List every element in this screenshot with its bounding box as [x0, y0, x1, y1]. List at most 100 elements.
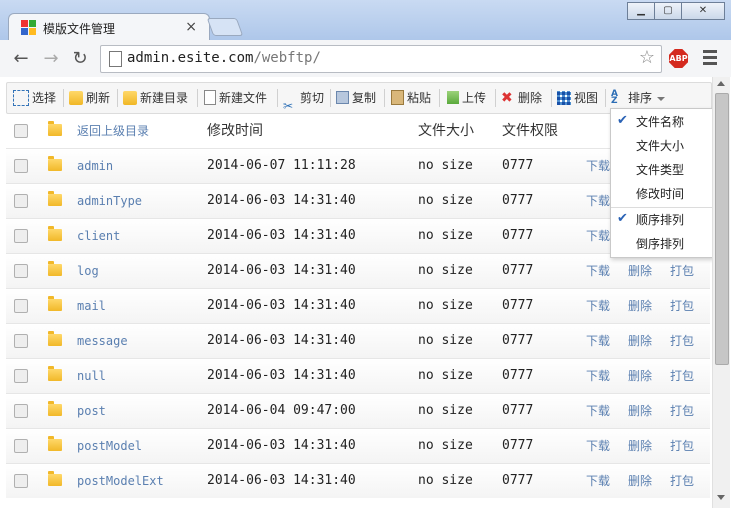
table-row[interactable]: post 2014-06-04 09:47:00 no size 0777 下载 删除 打包 [6, 393, 710, 428]
row-checkbox[interactable] [14, 194, 28, 208]
folder-name-link[interactable]: admin [77, 149, 113, 183]
delete-link[interactable]: 删除 [628, 324, 652, 358]
sort-by-size[interactable]: 文件大小 [611, 134, 713, 158]
table-row[interactable]: null 2014-06-03 14:31:40 no size 0777 下载 删除 打包 [6, 358, 710, 393]
upload-button[interactable]: 上传 [447, 83, 486, 113]
folder-name-link[interactable]: log [77, 254, 99, 288]
pack-link[interactable]: 打包 [670, 254, 694, 288]
row-checkbox[interactable] [14, 474, 28, 488]
modified-time: 2014-06-03 14:31:40 [207, 368, 356, 383]
folder-name-link[interactable]: message [77, 324, 128, 358]
folder-name-link[interactable]: mail [77, 289, 106, 323]
table-row[interactable]: client2014-06-03 14:31:40no size0777下载删除… [6, 218, 710, 253]
menu-item-label: 文件名称 [636, 115, 685, 129]
sort-by-type[interactable]: 文件类型 [611, 158, 713, 182]
copy-icon [336, 91, 349, 104]
delete-link[interactable]: 删除 [628, 394, 652, 428]
row-checkbox[interactable] [14, 404, 28, 418]
tab-close-icon[interactable]: × [185, 19, 197, 35]
new-file-icon [204, 90, 216, 105]
menu-item-label: 修改时间 [636, 187, 685, 201]
new-dir-button[interactable]: 新建目录 [123, 83, 188, 113]
scroll-up-arrow-icon[interactable] [717, 81, 725, 86]
delete-link[interactable]: 删除 [628, 289, 652, 323]
table-row[interactable]: postModel 2014-06-03 14:31:40 no size 0777 下… [6, 428, 710, 463]
row-checkbox[interactable] [14, 299, 28, 313]
browser-menu-icon[interactable] [703, 50, 717, 66]
download-link[interactable]: 下载 [586, 254, 610, 288]
back-arrow-icon[interactable]: ← [10, 48, 32, 70]
select-all-checkbox[interactable] [14, 124, 28, 138]
new-tab-button[interactable] [206, 18, 244, 36]
delete-link[interactable]: 删除 [628, 254, 652, 288]
chevron-down-icon [657, 96, 666, 101]
row-checkbox[interactable] [14, 334, 28, 348]
address-bar[interactable]: admin.esite.com/webftp/ ☆ [100, 45, 662, 73]
folder-name-link[interactable]: postModelExt [77, 464, 164, 498]
maximize-button[interactable]: ▢ [654, 2, 682, 20]
vertical-scrollbar[interactable] [712, 77, 730, 508]
download-link[interactable]: 下载 [586, 464, 610, 498]
table-row[interactable]: log 2014-06-03 14:31:40 no size 0777 下载 删除 打包 [6, 253, 710, 288]
file-permission: 0777 [502, 368, 534, 383]
pack-link[interactable]: 打包 [670, 464, 694, 498]
row-checkbox[interactable] [14, 159, 28, 173]
download-link[interactable]: 下载 [586, 149, 610, 183]
scroll-down-arrow-icon[interactable] [717, 495, 725, 500]
sort-ascending[interactable]: ✔ 顺序排列 [611, 208, 713, 232]
download-link[interactable]: 下载 [586, 359, 610, 393]
folder-name-link[interactable]: client [77, 219, 120, 253]
pack-link[interactable]: 打包 [670, 324, 694, 358]
pack-link[interactable]: 打包 [670, 429, 694, 463]
row-checkbox[interactable] [14, 229, 28, 243]
parent-directory-link[interactable]: 返回上级目录 [77, 114, 149, 148]
sort-by-mtime[interactable]: 修改时间 [611, 182, 713, 206]
table-row[interactable]: admin2014-06-07 11:11:28no size0777下载删除打… [6, 148, 710, 183]
delete-link[interactable]: 删除 [628, 429, 652, 463]
file-permission: 0777 [502, 403, 534, 418]
row-checkbox[interactable] [14, 369, 28, 383]
view-button[interactable]: 视图 [557, 83, 598, 113]
download-link[interactable]: 下载 [586, 289, 610, 323]
pack-link[interactable]: 打包 [670, 289, 694, 323]
pack-link[interactable]: 打包 [670, 394, 694, 428]
scrollbar-thumb[interactable] [715, 93, 729, 365]
file-size: no size [418, 368, 473, 383]
sort-descending[interactable]: 倒序排列 [611, 232, 713, 256]
sort-by-name[interactable]: ✔ 文件名称 [611, 110, 713, 134]
modified-time: 2014-06-03 14:31:40 [207, 298, 356, 313]
forward-arrow-icon[interactable]: → [40, 48, 62, 70]
delete-button[interactable]: ✖ 删除 [501, 83, 542, 113]
select-button[interactable]: 选择 [13, 83, 56, 113]
bookmark-star-icon[interactable]: ☆ [639, 47, 655, 68]
row-checkbox[interactable] [14, 439, 28, 453]
folder-name-link[interactable]: postModel [77, 429, 142, 463]
new-file-button[interactable]: 新建文件 [204, 83, 267, 113]
table-row[interactable]: adminType 2014-06-03 14:31:40 no size 0777 下… [6, 183, 710, 218]
folder-name-link[interactable]: post [77, 394, 106, 428]
pack-link[interactable]: 打包 [670, 359, 694, 393]
minimize-button[interactable]: ▁ [627, 2, 655, 20]
delete-link[interactable]: 删除 [628, 464, 652, 498]
window-close-button[interactable]: ✕ [681, 2, 725, 20]
table-row[interactable]: mail 2014-06-03 14:31:40 no size 0777 下载 删除 打包 [6, 288, 710, 323]
header-perm: 文件权限 [502, 123, 558, 139]
browser-tab[interactable]: 模版文件管理 × [8, 13, 210, 42]
table-row[interactable]: message 2014-06-03 14:31:40 no size 0777 下载删… [6, 323, 710, 358]
download-link[interactable]: 下载 [586, 219, 610, 253]
folder-name-link[interactable]: null [77, 359, 106, 393]
download-link[interactable]: 下载 [586, 184, 610, 218]
table-row[interactable]: postModelExt 2014-06-03 14:31:40 no size 07… [6, 463, 710, 498]
row-checkbox[interactable] [14, 264, 28, 278]
table-header: 返回上级目录 修改时间 文件大小 文件权限 [6, 114, 710, 148]
download-link[interactable]: 下载 [586, 394, 610, 428]
folder-name-link[interactable]: adminType [77, 184, 142, 218]
reload-icon[interactable]: ↻ [69, 48, 91, 70]
paste-button[interactable]: 粘贴 [391, 83, 431, 113]
download-link[interactable]: 下载 [586, 429, 610, 463]
refresh-button[interactable]: 刷新 [69, 83, 110, 113]
cut-button[interactable]: ✂ 剪切 [283, 83, 324, 113]
copy-button[interactable]: 复制 [336, 83, 376, 113]
download-link[interactable]: 下载 [586, 324, 610, 358]
delete-link[interactable]: 删除 [628, 359, 652, 393]
